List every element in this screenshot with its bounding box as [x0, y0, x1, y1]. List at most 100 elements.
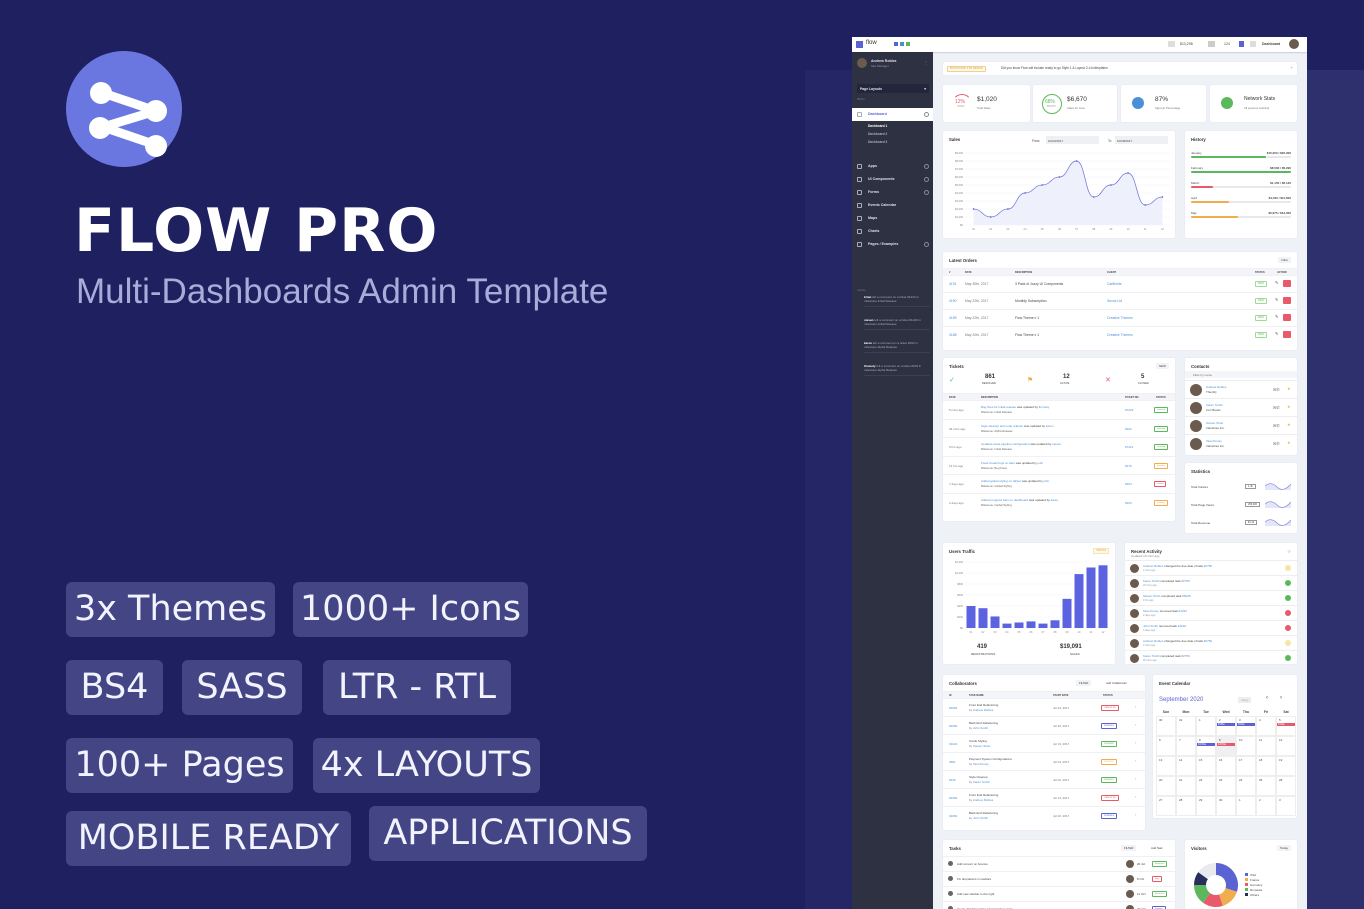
- client-link[interactable]: Creative Themes: [1107, 333, 1133, 337]
- donut-slice[interactable]: [1216, 863, 1238, 892]
- calendar-event[interactable]: 8:00a: [1237, 723, 1255, 726]
- brand-name[interactable]: flow: [866, 40, 877, 46]
- refresh-icon[interactable]: ⟳: [1288, 549, 1291, 554]
- collaborator-id-link[interactable]: #2084: [949, 706, 957, 710]
- activity-user-link[interactable]: Tara Kinney: [1143, 609, 1159, 613]
- theme-swatch-lightblue[interactable]: [900, 42, 904, 46]
- order-id-link[interactable]: 4189: [949, 316, 957, 320]
- activity-entry[interactable]: steven left a comment on a ticket #1220 …: [864, 318, 930, 330]
- calendar-day[interactable]: 3: [1236, 716, 1256, 736]
- delete-button[interactable]: [1283, 297, 1291, 304]
- calendar-day[interactable]: 4: [1256, 716, 1276, 736]
- avatar[interactable]: [1289, 39, 1299, 49]
- task-link[interactable]: #1232: [1179, 609, 1187, 613]
- order-id-link[interactable]: 4190: [949, 299, 957, 303]
- collaborator-id-link[interactable]: #1024: [949, 742, 957, 746]
- delete-button[interactable]: [1283, 314, 1291, 321]
- owner-link[interactable]: John Smith: [973, 726, 988, 730]
- calendar-day[interactable]: 27: [1156, 796, 1176, 816]
- order-id-link[interactable]: 4188: [949, 333, 957, 337]
- calendar-day[interactable]: 30: [1216, 796, 1236, 816]
- order-id-link[interactable]: 4191: [949, 282, 957, 286]
- client-link[interactable]: Cartflorite: [1107, 282, 1122, 286]
- delete-button[interactable]: [1283, 280, 1291, 287]
- client-link[interactable]: Sevos Ltd: [1107, 299, 1122, 303]
- mail-phone-icon[interactable]: ✉✆: [1273, 405, 1280, 410]
- owner-link[interactable]: John Smith: [973, 816, 988, 820]
- page-layouts-select[interactable]: Page Layouts ▾: [857, 84, 929, 93]
- sidebar-item[interactable]: Maps: [852, 212, 933, 225]
- prev-month-icon[interactable]: ‹: [1266, 695, 1268, 701]
- ticket-link[interactable]: Style cleanup and code refactor: [981, 424, 1023, 428]
- ticket-user-link[interactable]: karen: [1051, 498, 1059, 502]
- contact-row[interactable]: Karen Smith LLC Books ✉✆ ★: [1185, 398, 1297, 416]
- activity-user-link[interactable]: Andrew Robles: [1143, 639, 1163, 643]
- task-check-icon[interactable]: [948, 861, 953, 866]
- contact-name[interactable]: Steven Short: [1206, 421, 1223, 425]
- ticket-user-link[interactable]: thomely: [1039, 405, 1050, 409]
- more-icon[interactable]: ⋮: [924, 60, 928, 65]
- chevron-right-icon[interactable]: ›: [1135, 723, 1136, 727]
- calendar-day[interactable]: 14: [1176, 756, 1196, 776]
- range-select[interactable]: Today: [1276, 845, 1291, 851]
- ticket-user-link[interactable]: john: [1044, 479, 1050, 483]
- filter-button[interactable]: Filter: [1278, 257, 1291, 263]
- ticket-link[interactable]: Bug fixes for initial release: [981, 405, 1016, 409]
- mail-phone-icon[interactable]: ✉✆: [1273, 423, 1280, 428]
- sidebar-item[interactable]: Dashboard: [852, 108, 933, 121]
- close-icon[interactable]: +: [1291, 65, 1293, 70]
- sidebar-item[interactable]: Charts: [852, 225, 933, 238]
- calendar-day[interactable]: 23: [1216, 776, 1236, 796]
- calendar-day[interactable]: 19: [1276, 756, 1296, 776]
- next-month-icon[interactable]: ›: [1280, 695, 1282, 701]
- client-link[interactable]: Creative Themes: [1107, 316, 1133, 320]
- user-menu[interactable]: Dashboard: [1262, 42, 1280, 46]
- task-link[interactable]: #2750: [1181, 654, 1189, 658]
- chevron-right-icon[interactable]: ›: [1135, 741, 1136, 745]
- ticket-link[interactable]: Updated asset pipeline configuration: [981, 442, 1030, 446]
- activity-user-link[interactable]: Andrew Robles: [1143, 564, 1163, 568]
- collaborator-id-link[interactable]: #2084: [949, 796, 957, 800]
- edit-icon[interactable]: ✎: [1275, 314, 1278, 319]
- calendar-event[interactable]: 10:00a: [1217, 743, 1235, 746]
- edit-icon[interactable]: ✎: [1275, 297, 1278, 302]
- activity-user-link[interactable]: Steven Short: [1143, 594, 1160, 598]
- ticket-number-link[interactable]: #7223: [1125, 408, 1133, 412]
- from-date-input[interactable]: 10/24/2017: [1046, 136, 1099, 144]
- chevron-right-icon[interactable]: ›: [1135, 705, 1136, 709]
- owner-link[interactable]: Steven Short: [973, 744, 990, 748]
- edit-icon[interactable]: ✎: [1275, 280, 1278, 285]
- calendar-day[interactable]: 21: [1176, 776, 1196, 796]
- calendar-day[interactable]: 13: [1156, 756, 1176, 776]
- calendar-day[interactable]: 1: [1196, 716, 1216, 736]
- calendar-day[interactable]: 30: [1156, 716, 1176, 736]
- calendar-event[interactable]: 10:00a: [1197, 743, 1215, 746]
- star-icon[interactable]: ★: [1287, 404, 1291, 409]
- calendar-day[interactable]: 10: [1236, 736, 1256, 756]
- collaborator-id-link[interactable]: 4681: [949, 760, 956, 764]
- calendar-day[interactable]: 8: [1196, 736, 1216, 756]
- task-check-icon[interactable]: [948, 876, 953, 881]
- ticket-user-link[interactable]: steven: [1052, 442, 1061, 446]
- calendar-day[interactable]: 7: [1176, 736, 1196, 756]
- to-date-input[interactable]: 10/28/2017: [1115, 136, 1168, 144]
- calendar-day[interactable]: 1: [1236, 796, 1256, 816]
- sidebar-subitem[interactable]: Dashboard 1: [868, 124, 887, 128]
- contact-row[interactable]: Steven Short Industries Inc. ✉✆ ★: [1185, 416, 1297, 434]
- ticket-number-link[interactable]: #202: [1125, 427, 1132, 431]
- task-link[interactable]: #2750: [1204, 564, 1212, 568]
- add-task-button[interactable]: Add Task: [1148, 845, 1165, 851]
- calendar-day[interactable]: 26: [1276, 776, 1296, 796]
- calendar-day[interactable]: 12: [1276, 736, 1296, 756]
- calendar-day[interactable]: 25: [1256, 776, 1276, 796]
- filter-button[interactable]: FILTER: [1121, 845, 1137, 851]
- mail-phone-icon[interactable]: ✉✆: [1273, 441, 1280, 446]
- calendar-day[interactable]: 18: [1256, 756, 1276, 776]
- chevron-right-icon[interactable]: ›: [1135, 795, 1136, 799]
- calendar-day[interactable]: 11: [1256, 736, 1276, 756]
- sidebar-item[interactable]: Apps: [852, 160, 933, 173]
- period-badge[interactable]: MONTH: [1093, 548, 1109, 554]
- ticket-user-link[interactable]: karen: [1046, 424, 1054, 428]
- activity-entry[interactable]: thomely left a comment on a ticket #203 …: [864, 364, 930, 376]
- calendar-day[interactable]: 9: [1216, 736, 1236, 756]
